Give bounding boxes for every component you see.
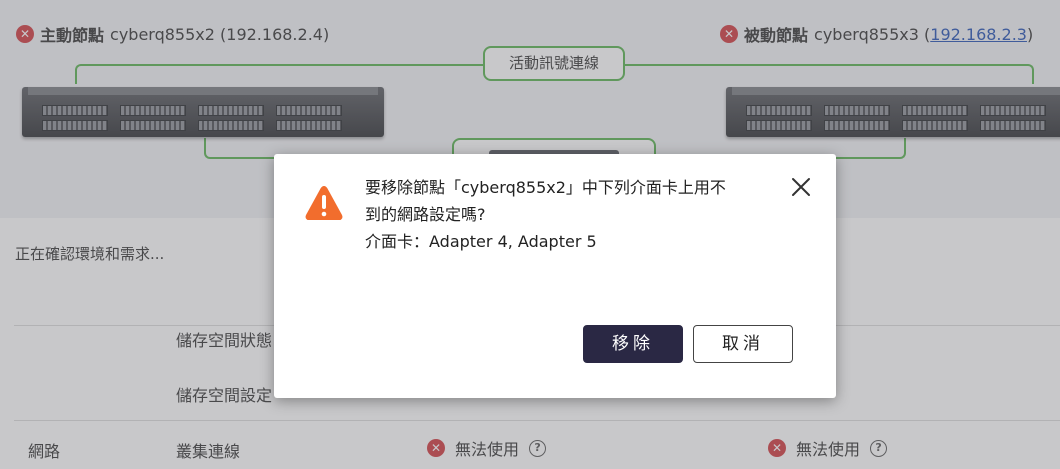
dialog-question-line2: 到的網路設定嗎? bbox=[365, 205, 486, 224]
close-icon[interactable] bbox=[788, 174, 814, 200]
dialog-message: 要移除節點「cyberq855x2」中下列介面卡上用不 到的網路設定嗎? 介面卡… bbox=[365, 174, 765, 255]
cancel-button[interactable]: 取消 bbox=[693, 325, 793, 363]
warning-icon bbox=[305, 186, 343, 220]
dialog-adapter-list: 介面卡：Adapter 4, Adapter 5 bbox=[365, 232, 597, 251]
remove-network-settings-dialog: 要移除節點「cyberq855x2」中下列介面卡上用不 到的網路設定嗎? 介面卡… bbox=[274, 154, 836, 398]
dialog-question-line1: 要移除節點「cyberq855x2」中下列介面卡上用不 bbox=[365, 178, 726, 197]
remove-button[interactable]: 移除 bbox=[583, 325, 683, 363]
